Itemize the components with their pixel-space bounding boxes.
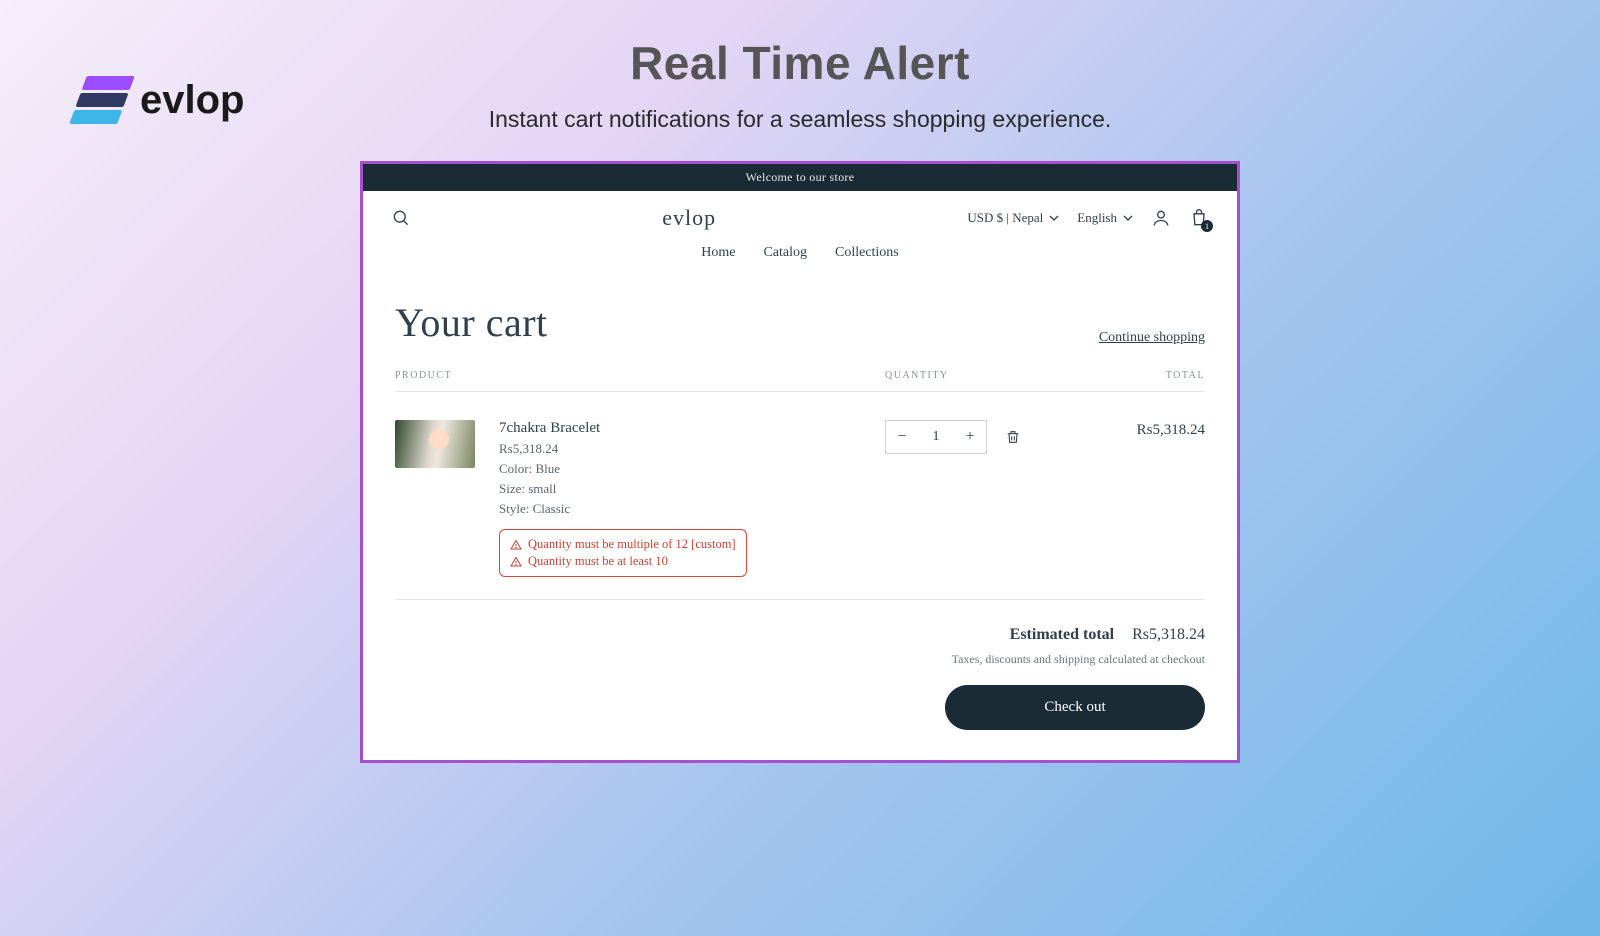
product-color: Color: Blue	[499, 461, 747, 477]
cart-icon[interactable]: 1	[1189, 208, 1209, 228]
product-style: Style: Classic	[499, 501, 747, 517]
trash-icon	[1005, 429, 1021, 445]
nav-home[interactable]: Home	[701, 245, 735, 261]
qty-increase-button[interactable]: +	[954, 428, 986, 446]
warning-icon	[510, 539, 522, 551]
checkout-button[interactable]: Check out	[945, 685, 1205, 730]
alert-message-1: Quantity must be multiple of 12 [custom]	[528, 537, 736, 552]
alert-message-2: Quantity must be at least 10	[528, 554, 668, 569]
qty-input[interactable]	[918, 429, 954, 445]
product-title[interactable]: 7chakra Bracelet	[499, 420, 747, 437]
col-total: TOTAL	[1065, 370, 1205, 381]
currency-selector[interactable]: USD $ | Nepal	[967, 210, 1059, 226]
col-quantity: QUANTITY	[885, 370, 1065, 381]
chevron-down-icon	[1049, 213, 1059, 223]
col-product: PRODUCT	[395, 370, 885, 381]
store-screenshot: Welcome to our store evlop USD $ | Nepal…	[360, 161, 1240, 763]
currency-label: USD $ | Nepal	[967, 210, 1043, 226]
estimated-total-value: Rs5,318.24	[1132, 626, 1205, 643]
main-nav: Home Catalog Collections	[363, 237, 1237, 275]
chevron-down-icon	[1123, 213, 1133, 223]
validation-alert: Quantity must be multiple of 12 [custom]…	[499, 529, 747, 577]
continue-shopping-link[interactable]: Continue shopping	[1099, 330, 1205, 346]
brand-mark	[69, 76, 134, 124]
quantity-stepper: − +	[885, 420, 987, 454]
product-thumbnail[interactable]	[395, 420, 475, 468]
nav-collections[interactable]: Collections	[835, 245, 899, 261]
remove-item-button[interactable]	[1005, 429, 1021, 445]
qty-decrease-button[interactable]: −	[886, 428, 918, 446]
language-label: English	[1077, 210, 1117, 226]
page-title: Your cart	[395, 299, 548, 346]
line-total: Rs5,318.24	[1065, 420, 1205, 439]
tax-note: Taxes, discounts and shipping calculated…	[395, 652, 1205, 667]
language-selector[interactable]: English	[1077, 210, 1133, 226]
store-logo[interactable]: evlop	[662, 205, 716, 231]
announcement-bar: Welcome to our store	[363, 164, 1237, 191]
cart-line-item: 7chakra Bracelet Rs5,318.24 Color: Blue …	[395, 392, 1205, 600]
account-icon[interactable]	[1151, 208, 1171, 228]
brand-logo: evlop	[78, 76, 244, 124]
product-size: Size: small	[499, 481, 747, 497]
brand-wordmark: evlop	[140, 78, 244, 123]
search-icon[interactable]	[391, 208, 411, 228]
product-price: Rs5,318.24	[499, 441, 747, 457]
estimated-total-label: Estimated total	[1010, 626, 1114, 643]
nav-catalog[interactable]: Catalog	[763, 245, 807, 261]
warning-icon	[510, 556, 522, 568]
cart-count-badge: 1	[1201, 220, 1213, 232]
